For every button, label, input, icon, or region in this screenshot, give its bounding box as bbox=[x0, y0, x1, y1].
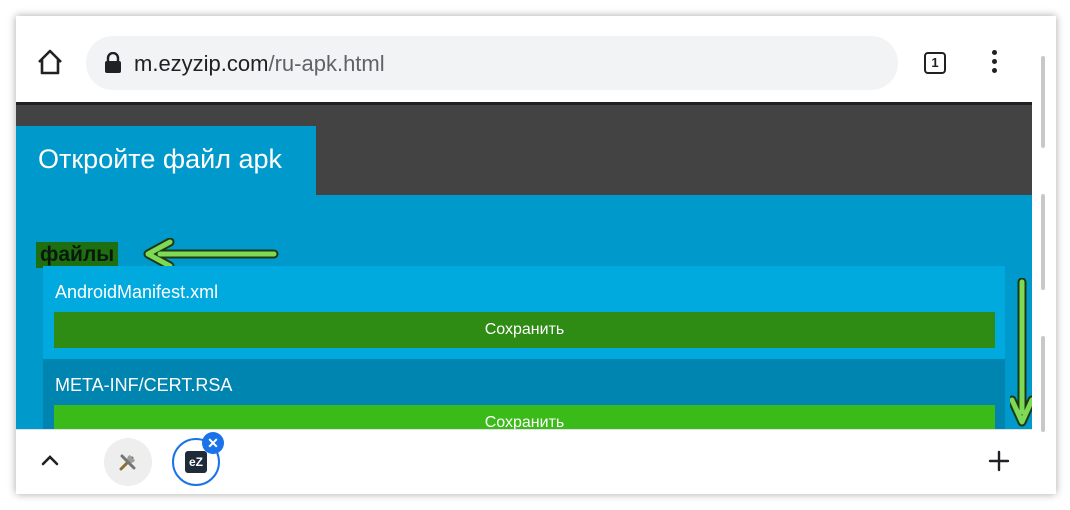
plus-icon[interactable] bbox=[988, 450, 1010, 472]
scrollbar-track-segment bbox=[1041, 336, 1045, 432]
home-icon[interactable] bbox=[36, 48, 64, 76]
file-name: META-INF/CERT.RSA bbox=[55, 375, 233, 395]
browser-toolbar: m.ezyzip.com/ru-apk.html 1 bbox=[16, 16, 1032, 102]
menu-dot bbox=[991, 50, 997, 55]
url-text: m.ezyzip.com/ru-apk.html bbox=[134, 51, 385, 77]
tab-thumbnail-tools[interactable] bbox=[104, 438, 152, 486]
close-tab-button[interactable]: ✕ bbox=[202, 432, 224, 454]
url-path: /ru-apk.html bbox=[268, 51, 385, 76]
chevron-up-icon[interactable] bbox=[40, 452, 60, 468]
annotation-arrow-down-icon bbox=[1010, 278, 1032, 427]
file-list: AndroidManifest.xml Сохранить META-INF/C… bbox=[43, 266, 1005, 429]
browser-window: m.ezyzip.com/ru-apk.html 1 Откройте файл… bbox=[16, 16, 1056, 494]
list-item: AndroidManifest.xml Сохранить bbox=[43, 266, 1005, 359]
ezyzip-logo: eZ bbox=[185, 451, 207, 473]
scrollbar[interactable] bbox=[1032, 16, 1056, 494]
save-button[interactable]: Сохранить bbox=[54, 405, 995, 429]
more-menu-button[interactable] bbox=[984, 48, 1004, 78]
toolbar-divider bbox=[16, 102, 1032, 105]
tab-switcher-button[interactable]: 1 bbox=[924, 52, 946, 74]
files-heading: файлы bbox=[36, 242, 119, 268]
scrollbar-thumb[interactable] bbox=[1041, 56, 1045, 148]
open-apk-tab[interactable]: Откройте файл apk bbox=[16, 126, 316, 195]
address-bar[interactable]: m.ezyzip.com/ru-apk.html bbox=[86, 36, 898, 90]
lock-icon bbox=[105, 52, 121, 73]
menu-dot bbox=[991, 68, 997, 73]
list-item: META-INF/CERT.RSA Сохранить bbox=[43, 359, 1005, 429]
scrollbar-track-segment bbox=[1041, 194, 1045, 290]
close-icon: ✕ bbox=[207, 435, 219, 451]
web-page: Откройте файл apk файлы AndroidManifest.… bbox=[16, 102, 1032, 429]
menu-dot bbox=[991, 59, 997, 64]
tab-strip: eZ ✕ bbox=[16, 429, 1032, 494]
file-name: AndroidManifest.xml bbox=[55, 282, 219, 302]
url-domain: m.ezyzip.com bbox=[134, 51, 269, 76]
page-title: Откройте файл apk bbox=[38, 144, 282, 174]
save-button[interactable]: Сохранить bbox=[54, 312, 995, 348]
tools-icon bbox=[119, 454, 136, 471]
